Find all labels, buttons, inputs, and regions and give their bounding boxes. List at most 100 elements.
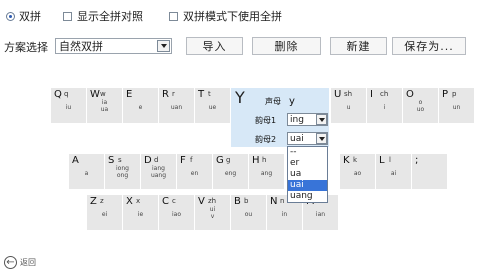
key-initial: l [389, 156, 391, 164]
key-s[interactable]: Ss iong ong [105, 154, 140, 189]
key-k[interactable]: Kk ao [340, 154, 375, 189]
key-letter: G [216, 155, 224, 166]
show-quanpin-label: 显示全拼对照 [77, 10, 143, 23]
key-o[interactable]: Oo uo [403, 88, 438, 123]
key-f[interactable]: Ff en [177, 154, 212, 189]
key-final: ue [208, 104, 217, 111]
delete-button[interactable]: 删除 [252, 37, 321, 55]
show-quanpin-option[interactable]: 显示全拼对照 [63, 8, 143, 24]
key-final: v [210, 213, 215, 220]
key-initial: h [262, 156, 267, 164]
editor-key-letter: Y [235, 88, 245, 107]
key-initial: zh [208, 197, 217, 205]
key-initial: c [172, 197, 176, 205]
key-final: o [418, 99, 423, 106]
dropdown-option[interactable]: er [288, 158, 327, 169]
key-final: uang [150, 172, 167, 179]
final1-select[interactable]: ing [287, 113, 328, 126]
key-letter: U [334, 89, 342, 100]
key-initial: d [154, 156, 159, 164]
scheme-select-value: 自然双拼 [59, 40, 103, 53]
key-final: ao [353, 170, 362, 177]
final2-select-value: uai [290, 133, 304, 144]
key-g[interactable]: Gg eng [213, 154, 248, 189]
key-final: en [190, 170, 199, 177]
final2-select[interactable]: uai [287, 132, 328, 145]
key-final: ui [209, 206, 216, 213]
key-letter: ; [415, 155, 419, 166]
key-final: ia [101, 99, 108, 106]
key-q[interactable]: Qq iu [51, 88, 86, 123]
key-h[interactable]: Hh ang [249, 154, 284, 189]
key-initial: b [244, 197, 249, 205]
key-final: iao [171, 211, 181, 218]
key-letter: C [162, 196, 169, 207]
key-letter: R [162, 89, 169, 100]
key-c[interactable]: Cc iao [159, 195, 194, 230]
key-u[interactable]: Ush u [331, 88, 366, 123]
key-w[interactable]: Ww ia ua [87, 88, 122, 123]
key-z[interactable]: Zz ei [87, 195, 122, 230]
key-letter: X [126, 196, 133, 207]
key-final: ie [137, 211, 144, 218]
final1-label: 韵母1 [255, 116, 277, 125]
key-final: ian [315, 211, 326, 218]
final2-dropdown-list[interactable]: -- er ua uai uang [287, 146, 328, 203]
dropdown-option[interactable]: -- [288, 147, 327, 158]
key-final: u [346, 104, 351, 111]
key-letter: Q [54, 89, 62, 100]
shuangpin-option[interactable]: 双拼 [6, 8, 41, 24]
dropdown-option[interactable]: uang [288, 191, 327, 202]
key-final: iong [116, 165, 129, 172]
dropdown-option[interactable]: uai [288, 180, 327, 191]
key-initial: n [280, 197, 285, 205]
initial-value: y [289, 96, 295, 107]
key-x[interactable]: Xx ie [123, 195, 158, 230]
key-final: iang [152, 165, 165, 172]
use-quanpin-option[interactable]: 双拼模式下使用全拼 [169, 8, 282, 24]
key-initial: ch [380, 90, 389, 98]
save-as-button[interactable]: 保存为... [392, 37, 466, 55]
key-initial: k [353, 156, 358, 164]
new-button[interactable]: 新建 [330, 37, 387, 55]
key-b[interactable]: Bb ou [231, 195, 266, 230]
key-initial: q [64, 90, 69, 98]
show-quanpin-checkbox[interactable] [63, 11, 72, 21]
key-letter: P [442, 89, 449, 100]
key-a[interactable]: Aa [69, 154, 104, 189]
use-quanpin-checkbox[interactable] [169, 11, 178, 21]
key-initial: g [226, 156, 231, 164]
use-quanpin-label: 双拼模式下使用全拼 [183, 10, 282, 23]
key-r[interactable]: Rr uan [159, 88, 194, 123]
chevron-down-icon[interactable] [157, 40, 170, 52]
final1-select-value: ing [290, 114, 304, 125]
key-v[interactable]: Vzh ui v [195, 195, 230, 230]
key-e[interactable]: Ee [123, 88, 158, 123]
back-label: 返回 [20, 258, 36, 267]
key-letter: Z [90, 196, 97, 207]
key-initial: w [100, 90, 106, 98]
key-final: iu [65, 104, 72, 111]
key-letter: F [180, 155, 186, 166]
key-final: ang [260, 170, 273, 177]
key-p[interactable]: Pp un [439, 88, 474, 123]
key-letter: I [370, 89, 373, 100]
dropdown-option[interactable]: ua [288, 169, 327, 180]
key-t[interactable]: Tt ue [195, 88, 230, 123]
key-final: e [138, 104, 143, 111]
key-semicolon[interactable]: ; [412, 154, 447, 189]
key-d[interactable]: Dd iang uang [141, 154, 176, 189]
chevron-down-icon[interactable] [316, 114, 327, 125]
key-final: a [84, 170, 89, 177]
key-final: ai [390, 170, 397, 177]
shuangpin-radio[interactable] [6, 11, 15, 21]
key-final: eng [224, 170, 237, 177]
key-i[interactable]: Ich i [367, 88, 402, 123]
back-link[interactable]: ← 返回 [4, 256, 36, 269]
key-l[interactable]: Ll ai [376, 154, 411, 189]
chevron-down-icon[interactable] [316, 133, 327, 144]
import-button[interactable]: 导入 [186, 37, 243, 55]
key-final: uan [170, 104, 183, 111]
scheme-select[interactable]: 自然双拼 [55, 38, 172, 54]
key-letter: T [198, 89, 205, 100]
